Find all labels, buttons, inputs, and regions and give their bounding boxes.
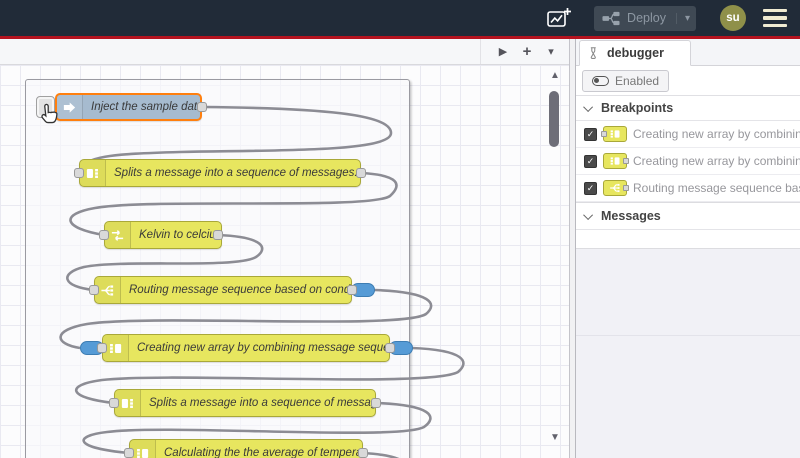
enabled-label: Enabled bbox=[615, 73, 660, 88]
chart-sparkle-icon bbox=[547, 8, 572, 27]
breakpoints-title: Breakpoints bbox=[601, 101, 674, 115]
node-split-1[interactable]: Splits a message into a sequence of mess… bbox=[79, 159, 361, 187]
flask-icon bbox=[590, 47, 596, 59]
switch-node-mini-icon bbox=[603, 180, 629, 196]
workspace-chart-sparkle-icon[interactable] bbox=[544, 5, 574, 31]
breakpoint-label: Creating new array by combining message … bbox=[633, 127, 800, 141]
port-inject-out[interactable] bbox=[197, 102, 207, 112]
flow-workspace: ▶ + ▾ Inject the sample data Splits a me… bbox=[0, 39, 570, 458]
port-join2-out[interactable] bbox=[358, 448, 368, 458]
main-area: ▶ + ▾ Inject the sample data Splits a me… bbox=[0, 39, 800, 458]
breakpoint-row: ✓ Routing message sequence based on cond… bbox=[576, 175, 800, 202]
node-split-2[interactable]: Splits a message into a sequence of mess… bbox=[114, 389, 376, 417]
tab-debugger[interactable]: debugger bbox=[579, 40, 691, 66]
flow-canvas[interactable]: Inject the sample data Splits a message … bbox=[0, 65, 569, 458]
port-split2-in[interactable] bbox=[109, 398, 119, 408]
port-join2-in[interactable] bbox=[124, 448, 134, 458]
node-label: Splits a message into a sequence of mess… bbox=[114, 167, 358, 179]
node-label: Calculating the the average of temperatu… bbox=[164, 447, 362, 458]
canvas-scrollbar-thumb[interactable] bbox=[549, 91, 559, 147]
menu-bar bbox=[763, 23, 787, 27]
node-label: Splits a message into a sequence of mess… bbox=[149, 397, 375, 409]
node-label: Creating new array by combining message … bbox=[137, 342, 389, 354]
node-switch[interactable]: Routing message sequence based on condit… bbox=[94, 276, 352, 304]
port-split1-out[interactable] bbox=[356, 168, 366, 178]
node-label: Routing message sequence based on condit… bbox=[129, 284, 351, 296]
breakpoint-row: ✓ Creating new array by combining messag… bbox=[576, 148, 800, 175]
node-red-app: Deploy ▾ su ▶ + ▾ Inject the sample data… bbox=[0, 0, 800, 458]
debugger-toolbar: Enabled bbox=[576, 66, 800, 96]
canvas-scroll-up-icon[interactable]: ▲ bbox=[546, 70, 564, 81]
node-change-kelvin[interactable]: Kelvin to celcius bbox=[104, 221, 222, 249]
join-node-mini-icon bbox=[601, 126, 627, 142]
messages-section-header[interactable]: Messages all nodes bbox=[576, 202, 800, 230]
output-port-marker bbox=[623, 185, 629, 191]
flow-tabstrip: ▶ + ▾ bbox=[0, 39, 569, 65]
breakpoints-list: ✓ Creating new array by combining messag… bbox=[576, 121, 800, 202]
canvas-scroll-down-icon[interactable]: ▼ bbox=[546, 432, 564, 443]
join-node-mini-icon bbox=[603, 153, 629, 169]
hand-cursor bbox=[41, 103, 58, 124]
port-kelvin-in[interactable] bbox=[99, 230, 109, 240]
tabstrip-controls: ▶ + ▾ bbox=[480, 39, 563, 64]
messages-empty-list bbox=[576, 248, 800, 458]
port-kelvin-out[interactable] bbox=[213, 230, 223, 240]
output-port-marker bbox=[623, 158, 629, 164]
deploy-button[interactable]: Deploy ▾ bbox=[594, 5, 696, 31]
node-label: Inject the sample data bbox=[91, 101, 200, 113]
breakpoint-label: Creating new array by combining message … bbox=[633, 154, 800, 168]
divider bbox=[576, 335, 800, 336]
node-join-1[interactable]: Creating new array by combining message … bbox=[102, 334, 390, 362]
collapse-chevron-icon bbox=[583, 209, 594, 220]
sidebar-tabbar: debugger i bbox=[576, 39, 800, 66]
breakpoint-checkbox[interactable]: ✓ bbox=[584, 181, 597, 195]
port-switch-in[interactable] bbox=[89, 285, 99, 295]
menu-bar bbox=[763, 16, 787, 20]
deploy-icon bbox=[602, 11, 620, 25]
port-join1-in[interactable] bbox=[97, 343, 107, 353]
flow-list-chevron-icon[interactable]: ▾ bbox=[539, 45, 563, 58]
messages-title: Messages bbox=[601, 209, 661, 223]
node-label: Kelvin to celcius bbox=[139, 229, 221, 241]
deploy-label: Deploy bbox=[627, 11, 666, 25]
breakpoint-checkbox[interactable]: ✓ bbox=[584, 154, 597, 168]
sidebar: debugger i bbox=[575, 39, 800, 458]
breakpoint-label: Routing message sequence based on condit… bbox=[633, 181, 800, 195]
debugger-enabled-toggle[interactable]: Enabled bbox=[582, 69, 670, 92]
port-split1-in[interactable] bbox=[74, 168, 84, 178]
breakpoint-row: ✓ Creating new array by combining messag… bbox=[576, 121, 800, 148]
port-split2-out[interactable] bbox=[371, 398, 381, 408]
add-flow-button[interactable]: + bbox=[515, 43, 539, 60]
input-port-marker bbox=[601, 131, 607, 137]
breakpoint-checkbox[interactable]: ✓ bbox=[584, 127, 597, 141]
port-switch-out[interactable] bbox=[347, 285, 357, 295]
wire-join2-out[interactable] bbox=[362, 451, 413, 458]
menu-bar bbox=[763, 9, 787, 13]
user-avatar[interactable]: su bbox=[720, 5, 746, 31]
deploy-options-chevron-icon[interactable]: ▾ bbox=[675, 12, 690, 24]
breakpoints-section-header[interactable]: Breakpoints ▲ bbox=[576, 96, 800, 121]
collapse-chevron-icon bbox=[583, 101, 594, 112]
tab-debugger-label: debugger bbox=[607, 46, 664, 60]
node-join-2[interactable]: Calculating the the average of temperatu… bbox=[129, 439, 363, 458]
tab-scroll-right-icon[interactable]: ▶ bbox=[491, 45, 515, 58]
header: Deploy ▾ su bbox=[0, 0, 800, 39]
port-join1-out[interactable] bbox=[385, 343, 395, 353]
header-actions: Deploy ▾ su bbox=[544, 5, 800, 31]
toggle-icon bbox=[592, 75, 609, 86]
messages-toolbar-space bbox=[576, 230, 800, 248]
main-menu-button[interactable] bbox=[763, 9, 787, 27]
node-inject[interactable]: Inject the sample data bbox=[55, 93, 202, 121]
